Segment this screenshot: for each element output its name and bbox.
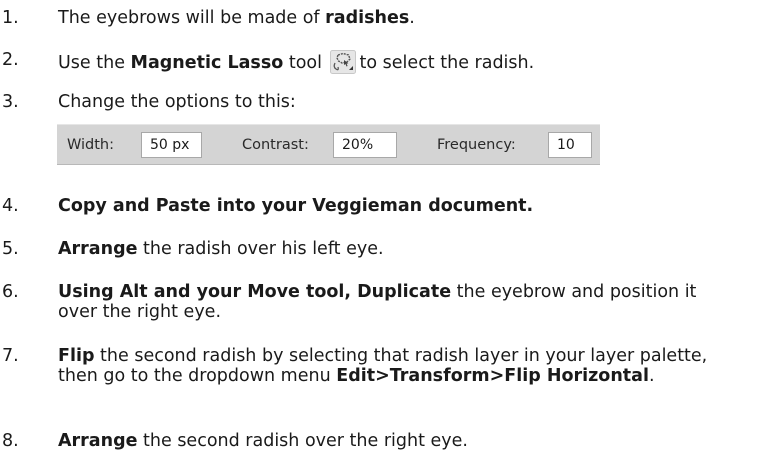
step-number: 6. [2,282,19,302]
width-label: Width: [67,137,115,153]
frequency-field[interactable]: 10 [548,132,592,158]
width-field[interactable]: 50 px [141,132,202,158]
contrast-field[interactable]: 20% [333,132,397,158]
lasso-options-bar: Width: 50 px Contrast: 20% Frequency: 10 [57,124,600,165]
step-number: 1. [2,8,19,28]
step-number: 8. [2,431,19,451]
step-text: Change the options to this: [58,92,296,112]
step-number: 3. [2,92,19,112]
step-number: 5. [2,239,19,259]
step-text: Arrange the second radish over the right… [58,431,468,451]
step-number: 2. [2,50,19,70]
step-text: Copy and Paste into your Veggieman docum… [58,196,534,216]
frequency-label: Frequency: [437,137,516,153]
step-text: Using Alt and your Move tool, Duplicate … [58,282,697,322]
step-number: 7. [2,346,19,366]
step-text: Flip the second radish by selecting that… [58,346,708,386]
step-number: 4. [2,196,19,216]
step-text: Use the Magnetic Lasso tool to select th… [58,50,738,74]
contrast-label: Contrast: [242,137,309,153]
step-text: The eyebrows will be made of radishes. [58,8,415,28]
step-text: Arrange the radish over his left eye. [58,239,384,259]
magnetic-lasso-icon [329,50,356,74]
